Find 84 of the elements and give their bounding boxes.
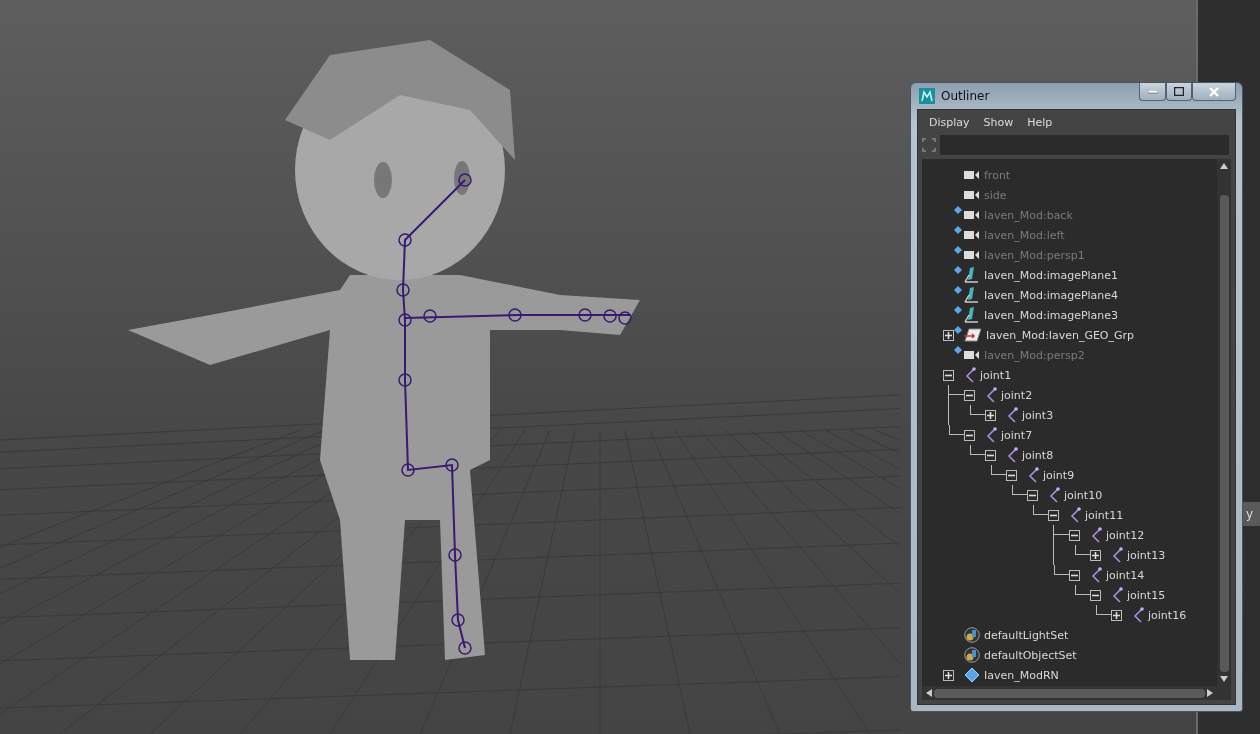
outliner-item-label[interactable]: joint1 [980,368,1012,382]
vertical-scrollbar[interactable] [1217,159,1231,686]
sphere-set-icon [964,647,980,663]
collapse-toggle[interactable] [1027,489,1038,501]
expand-toggle[interactable] [943,329,954,341]
joint-icon [1090,527,1102,543]
joint-icon [1090,567,1102,583]
reference-diamond-icon [964,667,980,683]
scroll-down-icon[interactable] [1220,676,1228,682]
search-field[interactable] [940,135,1229,155]
outliner-item-label[interactable]: joint7 [1001,428,1033,442]
outliner-item-label[interactable]: joint16 [1148,608,1187,622]
scroll-right-icon[interactable] [1207,689,1213,697]
outliner-item-label[interactable]: joint11 [1085,508,1124,522]
scroll-left-icon[interactable] [926,689,932,697]
outliner-item-label[interactable]: Iaven_Mod:imagePlane4 [984,288,1119,302]
plus-icon [1113,611,1120,619]
maximize-button[interactable] [1166,83,1192,101]
outliner-item-label[interactable]: joint14 [1106,568,1145,582]
collapse-toggle[interactable] [943,369,954,381]
app-logo-icon [919,88,935,104]
collapse-toggle[interactable] [964,389,975,401]
outliner-item-label[interactable]: joint10 [1064,488,1103,502]
outliner-item-label[interactable]: joint2 [1001,388,1033,402]
outliner-item-label[interactable]: defaultLightSet [984,628,1069,642]
camera-icon [964,210,980,220]
outliner-item-label[interactable]: joint12 [1106,528,1145,542]
expand-toggle[interactable] [985,409,996,421]
joint-icon [1132,607,1144,623]
outliner-item-label[interactable]: Iaven_Mod:imagePlane1 [984,268,1119,282]
joint-icon [964,367,976,383]
outliner-item-label[interactable]: Iaven_Mod:Iaven_GEO_Grp [986,328,1135,342]
joint-icon [985,427,997,443]
expand-toggle[interactable] [943,669,954,681]
collapse-toggle[interactable] [1069,569,1080,581]
joint-icon [1069,507,1081,523]
outliner-item-label[interactable]: joint15 [1127,588,1166,602]
joint-icon [1111,587,1123,603]
joint-icon [1048,487,1060,503]
camera-icon [964,190,980,200]
collapse-toggle[interactable] [1006,469,1017,481]
outliner-item-label[interactable]: Iaven_Mod:imagePlane3 [984,308,1119,322]
transform-group-icon [964,328,982,342]
camera-icon [964,230,980,240]
outliner-item-label[interactable]: joint3 [1022,408,1054,422]
window-title: Outliner [941,89,991,103]
menu-item[interactable]: Help [1022,114,1058,131]
camera-icon [964,250,980,260]
collapse-toggle[interactable] [964,429,975,441]
scroll-up-icon[interactable] [1220,163,1228,169]
camera-icon [964,170,980,180]
collapse-toggle[interactable] [1090,589,1101,601]
plus-icon [945,671,952,679]
expand-toggle[interactable] [1090,549,1101,561]
image-plane-icon [964,287,980,303]
image-plane-icon [964,307,980,323]
outliner-item-label[interactable]: Iaven_ModRN [984,668,1059,682]
menu-item[interactable]: Display [924,114,975,131]
joint-icon [985,387,997,403]
menu-item[interactable]: Show [978,114,1019,131]
collapse-toggle[interactable] [1069,529,1080,541]
image-plane-icon [964,267,980,283]
horizontal-scrollbar[interactable] [922,686,1231,700]
sphere-set-icon [964,627,980,643]
joint-icon [1027,467,1039,483]
collapse-toggle[interactable] [985,449,996,461]
minimize-button[interactable] [1139,83,1166,101]
close-button[interactable] [1192,83,1236,101]
joint-icon [1006,447,1018,463]
close-icon [1209,86,1219,97]
outliner-item-label[interactable]: defaultObjectSet [984,648,1077,662]
maximize-icon [1174,87,1184,96]
camera-icon [964,350,980,360]
outliner-item-label[interactable]: joint9 [1043,468,1075,482]
joint-icon [1006,407,1018,423]
minimize-icon [1147,89,1158,94]
plus-icon [945,331,952,339]
joint-icon [1111,547,1123,563]
plus-icon [987,411,994,419]
outliner-item-label[interactable]: joint8 [1022,448,1054,462]
collapse-toggle[interactable] [1048,509,1059,521]
outliner-item-label[interactable]: joint13 [1127,548,1166,562]
expand-toggle[interactable] [1111,609,1122,621]
plus-icon [1092,551,1099,559]
